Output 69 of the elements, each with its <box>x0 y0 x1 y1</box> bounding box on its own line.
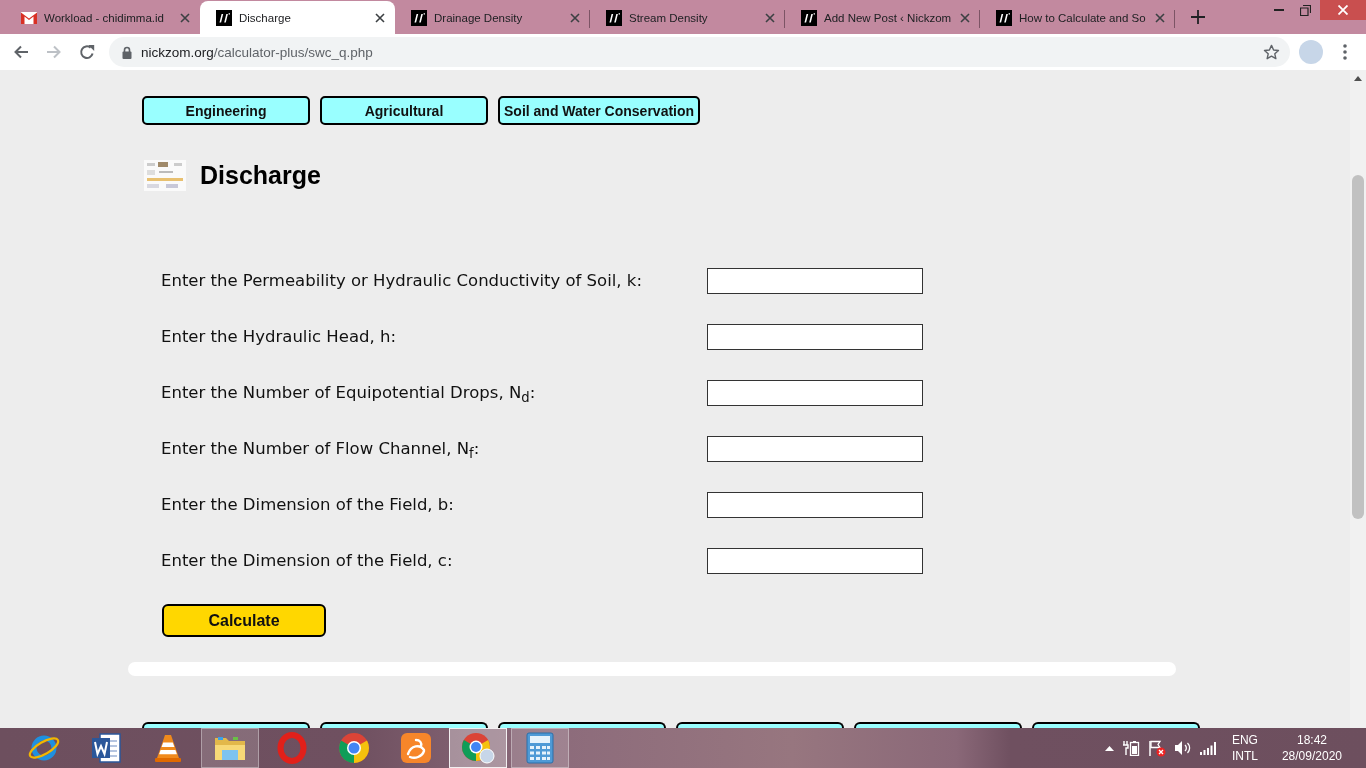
field-label: Enter the Dimension of the Field, c: <box>161 550 454 572</box>
field-label: Enter the Permeability or Hydraulic Conductivity of Soil, k: <box>161 270 643 292</box>
category-button[interactable]: Agricultural <box>320 96 488 125</box>
page-title: Discharge <box>200 160 321 191</box>
caret-icon[interactable] <box>1104 745 1114 751</box>
star-icon[interactable] <box>1263 43 1280 61</box>
input-field[interactable] <box>707 492 923 518</box>
scroll-up-icon[interactable] <box>1354 76 1362 81</box>
circle-logo-icon <box>461 732 495 764</box>
input-field[interactable] <box>707 268 923 294</box>
clock-time[interactable]: 18:42 <box>1296 732 1327 748</box>
browser-tab[interactable]: Add New Post ‹ Nickzom <box>785 1 980 34</box>
browser-tab[interactable]: How to Calculate and So <box>980 1 1175 34</box>
input-field[interactable] <box>707 380 923 406</box>
category-button[interactable] <box>498 722 666 728</box>
ring-icon <box>276 732 308 764</box>
minimize-icon <box>1273 9 1284 11</box>
scrollbar-thumb[interactable] <box>1352 175 1364 519</box>
input-field[interactable] <box>707 436 923 462</box>
document-icon <box>90 732 122 764</box>
browser-tab[interactable]: Discharge <box>200 1 395 34</box>
calculator-icon <box>526 732 554 764</box>
more-icon[interactable] <box>1343 44 1347 60</box>
taskbar-button[interactable] <box>449 728 507 768</box>
browser-tab[interactable]: Stream Density <box>590 1 785 34</box>
category-button[interactable] <box>854 722 1022 728</box>
app-tile-icon <box>400 732 432 764</box>
calculate-button[interactable]: Calculate <box>162 604 326 637</box>
language-indicator[interactable]: ENG <box>1231 732 1258 748</box>
close-icon[interactable] <box>375 12 385 23</box>
logo-icon <box>606 9 622 26</box>
logo-icon <box>411 9 427 26</box>
logo-icon <box>996 9 1012 26</box>
scrollbar[interactable] <box>1350 70 1366 728</box>
back-icon[interactable] <box>13 44 29 60</box>
category-button[interactable]: Soil and Water Conservation <box>498 96 701 125</box>
field-label: Enter the Hydraulic Head, h: <box>161 326 397 348</box>
clock-date[interactable]: 28/09/2020 <box>1281 748 1342 764</box>
category-button[interactable]: Engineering <box>142 96 310 125</box>
close-button[interactable] <box>1320 0 1366 20</box>
category-button[interactable] <box>320 722 488 728</box>
circle-logo-icon <box>338 732 370 764</box>
reload-icon[interactable] <box>79 44 95 60</box>
taskbar-button[interactable] <box>511 728 569 768</box>
category-button[interactable] <box>1032 722 1200 728</box>
traffic-cone-icon <box>152 732 184 764</box>
field-label: Enter the Dimension of the Field, b: <box>161 494 455 516</box>
logo-icon <box>216 9 232 26</box>
thumbnail-image <box>144 160 186 191</box>
signal-icon[interactable] <box>1199 741 1216 755</box>
keyboard-layout[interactable]: INTL <box>1231 748 1258 764</box>
address-bar[interactable]: nickzom.org/calculator-plus/swc_q.php <box>109 37 1290 67</box>
category-button[interactable] <box>676 722 844 728</box>
plus-icon[interactable] <box>1191 10 1205 24</box>
restore-icon <box>1300 4 1311 16</box>
flag-icon[interactable] <box>1147 739 1166 757</box>
close-icon <box>1338 5 1348 15</box>
mail-icon <box>21 11 37 24</box>
field-label: Enter the Number of Equipotential Drops, N$_{d}$: <box>161 382 537 404</box>
browser-tab[interactable]: Workload - chidimma.id <box>5 1 200 34</box>
field-label: Enter the Number of Flow Channel, N$_{f}$: <box>161 438 481 460</box>
input-field[interactable] <box>707 324 923 350</box>
browser-tab[interactable]: Drainage Density <box>395 1 590 34</box>
plug-battery-icon[interactable] <box>1121 740 1140 756</box>
input-field[interactable] <box>707 548 923 574</box>
speaker-icon[interactable] <box>1173 740 1192 756</box>
category-button[interactable] <box>142 722 310 728</box>
logo-icon <box>801 9 817 26</box>
lock-icon <box>122 45 132 59</box>
